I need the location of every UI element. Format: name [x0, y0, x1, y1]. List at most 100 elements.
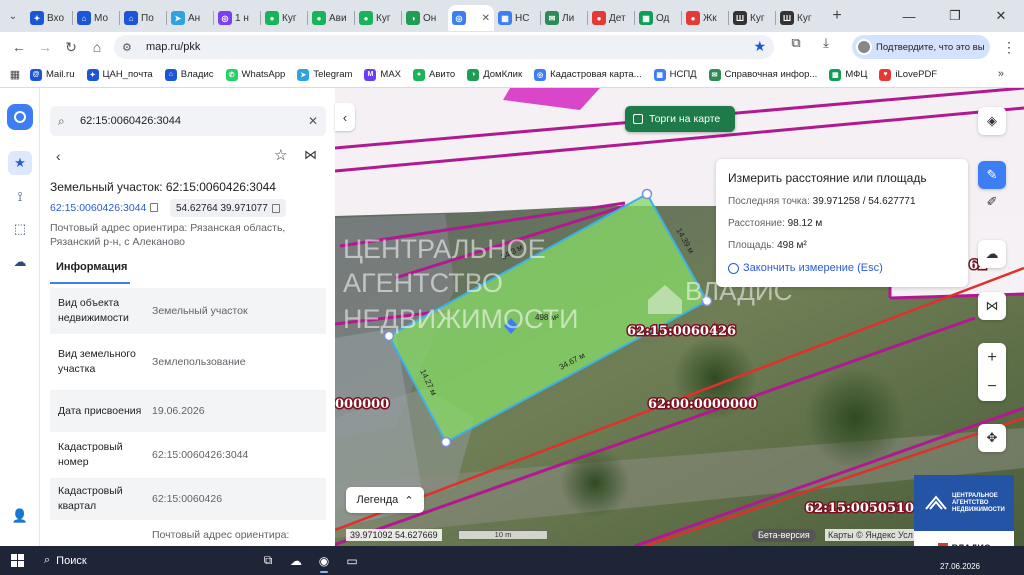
zoom-out-icon[interactable]: − [978, 372, 1006, 401]
share-icon[interactable]: ⋈ [304, 147, 317, 163]
app-logo-icon[interactable] [7, 104, 33, 130]
browser-tab[interactable]: ◎ ✕ [448, 5, 494, 31]
vertex-handle[interactable] [440, 436, 452, 448]
bookmark-item[interactable]: ◎ Кадастровая карта... [534, 68, 642, 81]
collapse-panel-button[interactable]: ‹ [335, 103, 355, 131]
tab-search-chevron-icon[interactable]: ⌄ [0, 0, 26, 32]
back-icon[interactable]: ← [6, 34, 32, 60]
attribute-value: Почтовый адрес ориентира: [152, 529, 290, 541]
edit-icon[interactable]: ✐ [978, 188, 1006, 216]
coordinates-text: 54.62764 39.971077 [176, 202, 268, 214]
ruler-icon[interactable]: ✎ [978, 161, 1006, 189]
legend-button[interactable]: Легенда ⌃ [346, 487, 424, 513]
coordinates-chip[interactable]: 54.62764 39.971077 [170, 199, 286, 217]
auctions-toggle[interactable]: Торги на карте [625, 106, 735, 132]
bookmark-item[interactable]: ▦ НСПД [653, 68, 697, 81]
bookmark-item[interactable]: ✦ ЦАН_почта [86, 68, 153, 81]
browser-tab[interactable]: ● Дет [588, 5, 634, 31]
close-tab-icon[interactable]: ✕ [482, 13, 490, 24]
browser-tab[interactable]: ⌂ Мо [73, 5, 119, 31]
checkbox-icon[interactable] [633, 114, 643, 124]
copy-icon[interactable] [150, 203, 159, 212]
browser-tab[interactable]: ▦ Од [635, 5, 681, 31]
start-icon[interactable] [0, 554, 34, 567]
profile-button[interactable]: Подтвердите, что это вы [852, 35, 990, 59]
favorites-star-icon[interactable]: ★ [8, 151, 32, 175]
browser-tab[interactable]: ✦ Вхо [26, 5, 72, 31]
auctions-label: Торги на карте [649, 113, 721, 125]
browser-tab[interactable]: ● Куг [261, 5, 307, 31]
vertex-handle[interactable] [641, 188, 653, 200]
address-bar[interactable]: ⚙ map.ru/pkk ★ [114, 35, 774, 59]
share-network-icon[interactable]: ⋈ [978, 292, 1006, 320]
cadastral-number-link[interactable]: 62:15:0060426:3044 [50, 202, 159, 214]
bookmark-item[interactable]: ➤ Telegram [297, 68, 352, 81]
bookmark-item[interactable]: M MAX [364, 68, 401, 81]
clear-search-icon[interactable]: ✕ [308, 114, 318, 128]
bookmark-item[interactable]: ▦ МФЦ [829, 68, 868, 81]
home-icon[interactable]: ⌂ [84, 34, 110, 60]
layers-icon[interactable]: ◈ [978, 107, 1006, 135]
new-tab-button[interactable]: + [826, 7, 848, 25]
zoom-in-icon[interactable]: + [978, 343, 1006, 372]
browser-tab[interactable]: ◎ 1 н [214, 5, 260, 31]
forward-icon[interactable]: → [32, 34, 58, 60]
bookmark-item[interactable]: @ Mail.ru [30, 68, 75, 81]
browser-tab[interactable]: ✉ Ли [541, 5, 587, 31]
download-icon[interactable]: ⤓ [816, 35, 836, 51]
browser-tab[interactable]: Ш Куг [729, 5, 775, 31]
browser-menu-icon[interactable]: ⋮ [1002, 39, 1016, 56]
attribute-row: Вид объекта недвижимости Земельный участо… [50, 288, 326, 334]
browser-tab[interactable]: ● Ави [308, 5, 354, 31]
area-label: Площадь: [728, 240, 775, 251]
minimize-icon[interactable]: — [886, 0, 932, 32]
move-icon[interactable]: ✥ [978, 424, 1006, 452]
user-icon[interactable]: 👤 [8, 504, 32, 528]
chrome-icon[interactable]: ◉ [310, 546, 338, 575]
draw-polygon-icon[interactable]: ⟟ [8, 185, 32, 209]
last-point-value: 39.971258 / 54.627771 [812, 196, 916, 207]
measure-popup: Измерить расстояние или площадь Последня… [716, 159, 968, 287]
tab-information[interactable]: Информация [56, 261, 127, 273]
cloud-upload-icon[interactable]: ☁ [978, 240, 1006, 268]
apps-grid-icon[interactable]: ▦ [0, 68, 30, 81]
browser-tab[interactable]: ● Куг [355, 5, 401, 31]
bookmark-label: МФЦ [845, 69, 868, 80]
bookmark-star-icon[interactable]: ★ [753, 38, 766, 55]
close-window-icon[interactable]: ✕ [978, 0, 1024, 32]
favorite-icon[interactable]: ☆ [274, 146, 287, 164]
site-info-icon[interactable]: ⚙ [122, 41, 138, 54]
map-attribution[interactable]: Карты © Яндекс Усл [825, 529, 916, 541]
back-arrow-icon[interactable]: ‹ [56, 148, 61, 164]
beta-badge[interactable]: Бета-версия [752, 529, 816, 542]
browser-tab[interactable]: ⌂ По [120, 5, 166, 31]
browser-tab[interactable]: Ш Куг [776, 5, 822, 31]
extensions-icon[interactable]: ⧉ [786, 35, 806, 51]
reload-icon[interactable]: ↻ [58, 34, 84, 60]
bookmark-item[interactable]: ♥ iLovePDF [879, 68, 937, 81]
bookmark-item[interactable]: ◑ ДомКлик [467, 68, 522, 81]
bookmarks-more-icon[interactable]: » [998, 68, 1004, 80]
bookmark-item[interactable]: ✉ Справочная инфор... [708, 68, 817, 81]
browser-tab[interactable]: ● Жк [682, 5, 728, 31]
taskbar-search[interactable]: ⌕ Поиск [34, 554, 254, 567]
restore-icon[interactable]: ❐ [932, 0, 978, 32]
widgets-icon[interactable]: ☁ [282, 546, 310, 575]
file-explorer-icon[interactable]: ▭ [338, 546, 366, 575]
tab-strip: ⌄ ✦ Вхо ⌂ Мо ⌂ По ➤ Ан ◎ 1 н ● Куг ● Ави ● Куг ◑ Он ◎ ✕ ▦ НС ✉… [0, 0, 1024, 32]
agency-logo-text: ЦЕНТРАЛЬНОЕ АГЕНТСТВО НЕДВИЖИМОСТИ [952, 493, 1005, 514]
bookmark-item[interactable]: ⌂ Владис [164, 68, 214, 81]
task-view-icon[interactable]: ⧉ [254, 546, 282, 575]
tab-title: Жк [703, 12, 717, 24]
browser-tab[interactable]: ◑ Он [402, 5, 448, 31]
copy-icon[interactable] [271, 203, 280, 213]
bookmark-item[interactable]: ✆ WhatsApp [225, 68, 285, 81]
cloud-icon[interactable]: ☁ [8, 250, 32, 274]
search-input[interactable] [80, 115, 300, 127]
bookmark-item[interactable]: ● Авито [413, 68, 455, 81]
select-area-icon[interactable]: ⬚ [8, 217, 32, 241]
bookmark-label: Кадастровая карта... [550, 69, 642, 80]
browser-tab[interactable]: ➤ Ан [167, 5, 213, 31]
finish-measure-button[interactable]: Закончить измерение (Esc) [728, 262, 956, 274]
browser-tab[interactable]: ▦ НС [494, 5, 540, 31]
